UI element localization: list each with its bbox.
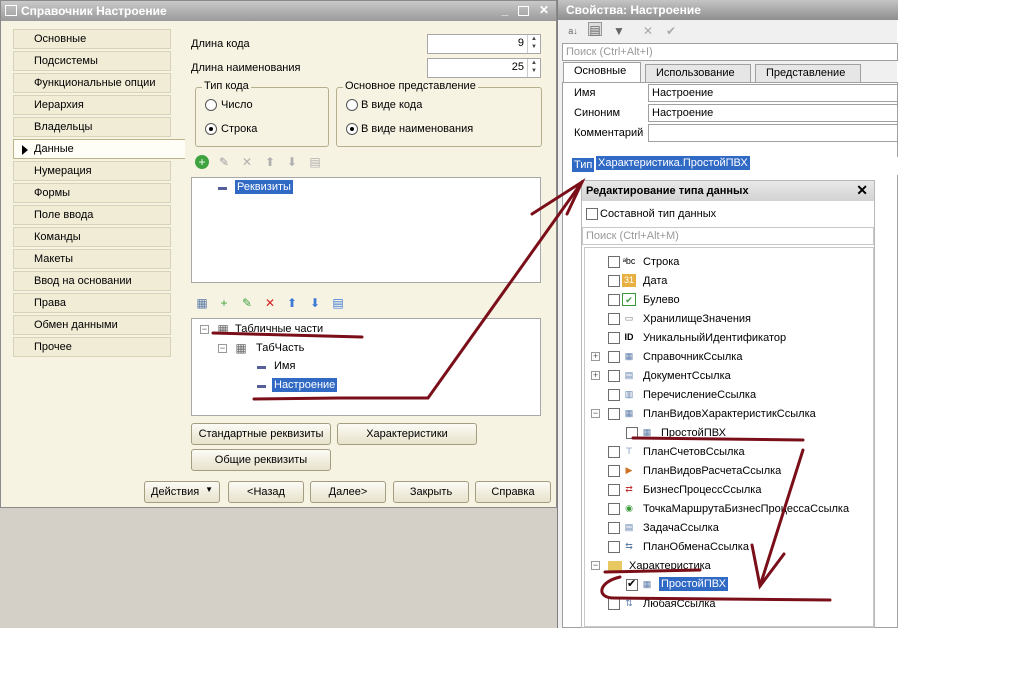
underline-mood-attr <box>252 396 341 401</box>
arrow-down-pvh <box>758 448 805 588</box>
arrow-to-type <box>337 180 584 400</box>
circle-checkbox <box>600 575 832 602</box>
arrow-head-type <box>530 177 586 216</box>
annotation-overlay <box>211 177 832 602</box>
underline-pvh <box>631 436 805 442</box>
underline-characteristic <box>603 568 702 574</box>
underline-tabular-parts <box>211 331 364 339</box>
